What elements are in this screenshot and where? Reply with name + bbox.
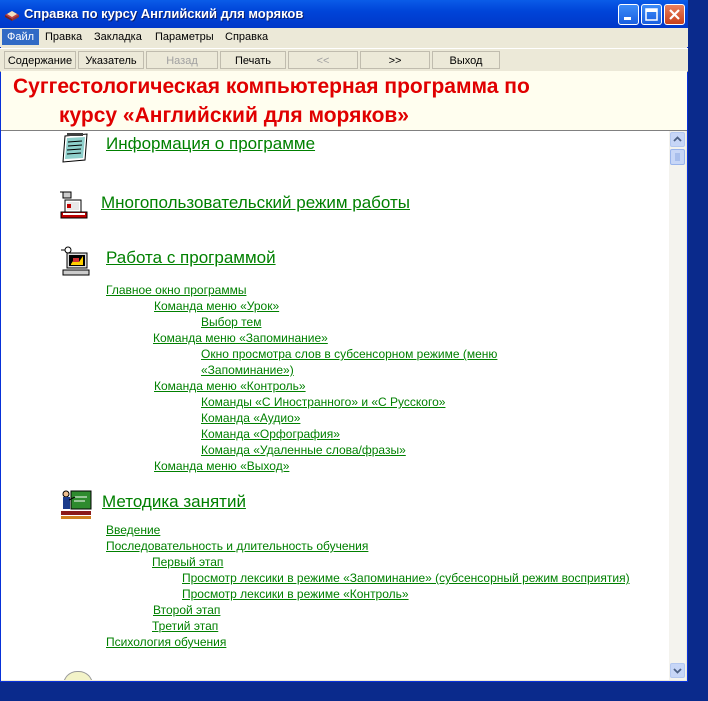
section-work-link[interactable]: Работа с программой [106,248,276,268]
computer-icon [61,246,90,276]
index-button[interactable]: Указатель [78,51,144,69]
work-link-exit-menu[interactable]: Команда меню «Выход» [154,459,289,474]
menu-options[interactable]: Параметры [150,30,219,44]
menu-edit[interactable]: Правка [40,30,87,44]
topic-title-line2: курсу «Английский для моряков» [59,104,409,127]
vertical-scrollbar[interactable] [669,131,686,680]
next-button[interactable]: >> [360,51,430,69]
arrow-up-icon [673,136,682,142]
teacher-icon [61,490,92,519]
work-link-audio[interactable]: Команда «Аудио» [201,411,300,426]
grip-icon [675,153,680,161]
scroll-up-button[interactable] [670,132,685,147]
toolbar: Содержание Указатель Назад Печать << >> … [0,48,688,72]
partial-section-text [106,676,276,680]
work-link-topic-select[interactable]: Выбор тем [201,315,261,330]
method-link-psychology[interactable]: Психология обучения [106,635,226,650]
close-icon [669,9,680,20]
work-link-memorize-menu[interactable]: Команда меню «Запоминание» [153,331,328,346]
section-multiuser-link[interactable]: Многопользовательский режим работы [101,193,410,213]
close-button[interactable] [664,4,685,25]
back-button[interactable]: Назад [146,51,218,69]
contents-button[interactable]: Содержание [4,51,76,69]
minimize-button[interactable] [618,4,639,25]
work-link-spelling[interactable]: Команда «Орфография» [201,427,340,442]
menu-file[interactable]: Файл [2,29,40,45]
minimize-icon [624,17,631,20]
method-link-stage-three[interactable]: Третий этап [152,619,218,634]
work-link-subsensory-window[interactable]: Окно просмотра слов в субсенсорном режим… [201,347,497,362]
print-button[interactable]: Печать [220,51,286,69]
method-link-stage-two[interactable]: Второй этап [153,603,220,618]
topic-banner: Суггестологическая компьютерная программ… [1,71,687,131]
method-link-control-view[interactable]: Просмотр лексики в режиме «Контроль» [182,587,409,602]
menu-bar: Файл Правка Закладка Параметры Справка [0,28,688,47]
scroll-down-button[interactable] [670,663,685,678]
work-link-deleted-words[interactable]: Команда «Удаленные слова/фразы» [201,443,406,458]
work-link-control-menu[interactable]: Команда меню «Контроль» [154,379,306,394]
method-link-sequence[interactable]: Последовательность и длительность обучен… [106,539,368,554]
topic-title: Суггестологическая компьютерная программ… [13,72,633,130]
method-link-memorize-view[interactable]: Просмотр лексики в режиме «Запоминание» … [182,571,630,586]
help-window: Справка по курсу Английский для моряков … [0,0,688,682]
arrow-down-icon [673,668,682,674]
content-pane: Информация о программе Многопользователь… [1,131,669,680]
section-method-link[interactable]: Методика занятий [102,492,246,512]
work-link-foreign-russian[interactable]: Команды «С Иностранного» и «С Русского» [201,395,445,410]
work-link-lesson-menu[interactable]: Команда меню «Урок» [154,299,279,314]
exit-button[interactable]: Выход [432,51,500,69]
menu-bookmark[interactable]: Закладка [89,30,147,44]
work-link-main-window[interactable]: Главное окно программы [106,283,246,298]
window-title: Справка по курсу Английский для моряков [24,6,304,21]
menu-help[interactable]: Справка [220,30,273,44]
section-info-link[interactable]: Информация о программе [106,134,315,154]
book-icon [5,11,19,21]
network-icon [60,191,88,219]
scroll-thumb[interactable] [670,149,685,165]
prev-button[interactable]: << [288,51,358,69]
work-link-subsensory-window-cont[interactable]: «Запоминание») [201,363,294,378]
method-link-stage-one[interactable]: Первый этап [152,555,223,570]
notepad-icon [62,133,88,163]
topic-title-line1: Суггестологическая компьютерная программ… [13,75,530,98]
maximize-icon [645,8,658,21]
partial-section-icon [63,671,93,680]
method-link-intro[interactable]: Введение [106,523,160,538]
maximize-button[interactable] [641,4,662,25]
title-bar[interactable]: Справка по курсу Английский для моряков [0,0,688,28]
